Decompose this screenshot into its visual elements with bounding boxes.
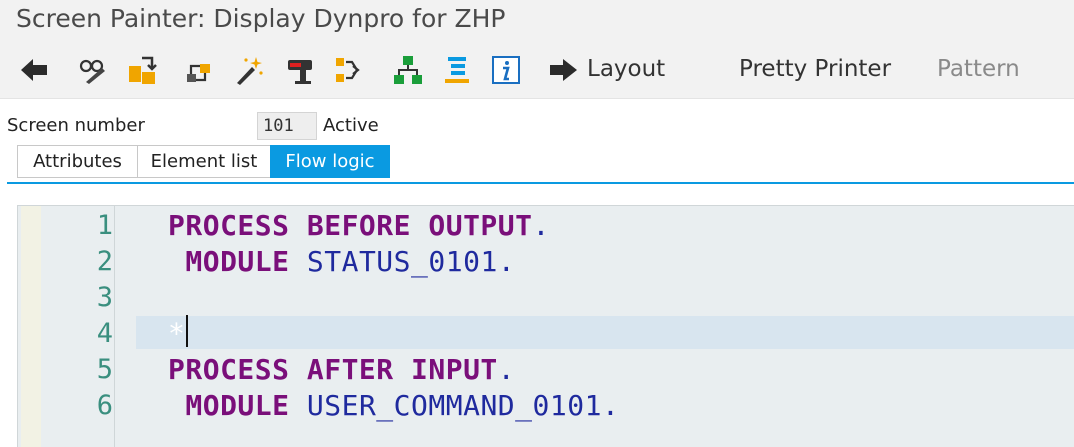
comment-token: * xyxy=(168,317,186,350)
line-number: 2 xyxy=(96,246,113,277)
current-line-highlight xyxy=(136,316,1074,349)
screen-number-field[interactable]: 101 xyxy=(257,112,317,140)
text-cursor xyxy=(186,315,188,347)
code-token: STATUS_0101 xyxy=(289,245,498,278)
keyword-token: MODULE xyxy=(168,245,290,278)
code-token: . xyxy=(601,389,620,422)
tab-attributes[interactable]: Attributes xyxy=(17,145,138,178)
hierarchy-icon[interactable] xyxy=(392,54,424,86)
layout-label: Layout xyxy=(587,56,666,82)
magic-wand-icon[interactable] xyxy=(233,54,265,86)
screen-header-row: Screen number 101 Active xyxy=(0,112,1074,140)
window-title: Screen Painter: Display Dynpro for ZHP xyxy=(16,4,506,33)
info-icon[interactable] xyxy=(490,54,522,86)
code-line[interactable]: PROCESS BEFORE OUTPUT. xyxy=(168,209,550,242)
pretty-printer-button[interactable]: Pretty Printer xyxy=(739,56,891,82)
application-toolbar: Layout Pretty Printer Pattern xyxy=(0,42,1074,99)
activate-icon[interactable] xyxy=(126,54,158,86)
line-number: 3 xyxy=(96,282,113,313)
list-icon[interactable] xyxy=(441,54,473,86)
keyword-token: MODULE xyxy=(168,389,290,422)
tab-underline xyxy=(7,182,1074,184)
code-line[interactable]: MODULE USER_COMMAND_0101. xyxy=(168,389,619,422)
code-editor[interactable]: 1 PROCESS BEFORE OUTPUT. 2 MODULE STATUS_0… xyxy=(17,205,1074,447)
screen-status: Active xyxy=(323,115,379,136)
screen-number-label: Screen number xyxy=(7,115,145,136)
line-number: 1 xyxy=(96,210,113,241)
line-number: 5 xyxy=(96,354,113,385)
tab-element-list[interactable]: Element list xyxy=(137,145,271,178)
keyword-token: PROCESS AFTER INPUT xyxy=(168,353,498,386)
pattern-button[interactable]: Pattern xyxy=(937,56,1020,82)
stamp-icon[interactable] xyxy=(285,54,317,86)
check-icon[interactable] xyxy=(183,54,215,86)
code-line[interactable]: * xyxy=(168,317,185,350)
code-token: . xyxy=(497,353,516,386)
title-bar: Screen Painter: Display Dynpro for ZHP xyxy=(0,0,1074,42)
code-line[interactable]: MODULE STATUS_0101. xyxy=(168,245,515,278)
line-number: 6 xyxy=(96,390,113,421)
code-token: USER_COMMAND_0101 xyxy=(289,389,602,422)
tab-flow-logic[interactable]: Flow logic xyxy=(270,145,390,178)
editor-margin xyxy=(21,206,41,447)
code-token: . xyxy=(532,209,550,242)
forward-arrow-icon xyxy=(550,59,577,81)
display-change-icon[interactable] xyxy=(77,54,109,86)
line-number: 4 xyxy=(96,318,113,349)
code-token: . xyxy=(497,245,516,278)
back-arrow-icon[interactable] xyxy=(18,54,50,86)
gutter-divider xyxy=(114,206,115,447)
code-line[interactable]: PROCESS AFTER INPUT. xyxy=(168,353,515,386)
keyword-token: PROCESS BEFORE OUTPUT xyxy=(168,209,533,242)
where-used-icon[interactable] xyxy=(333,54,365,86)
